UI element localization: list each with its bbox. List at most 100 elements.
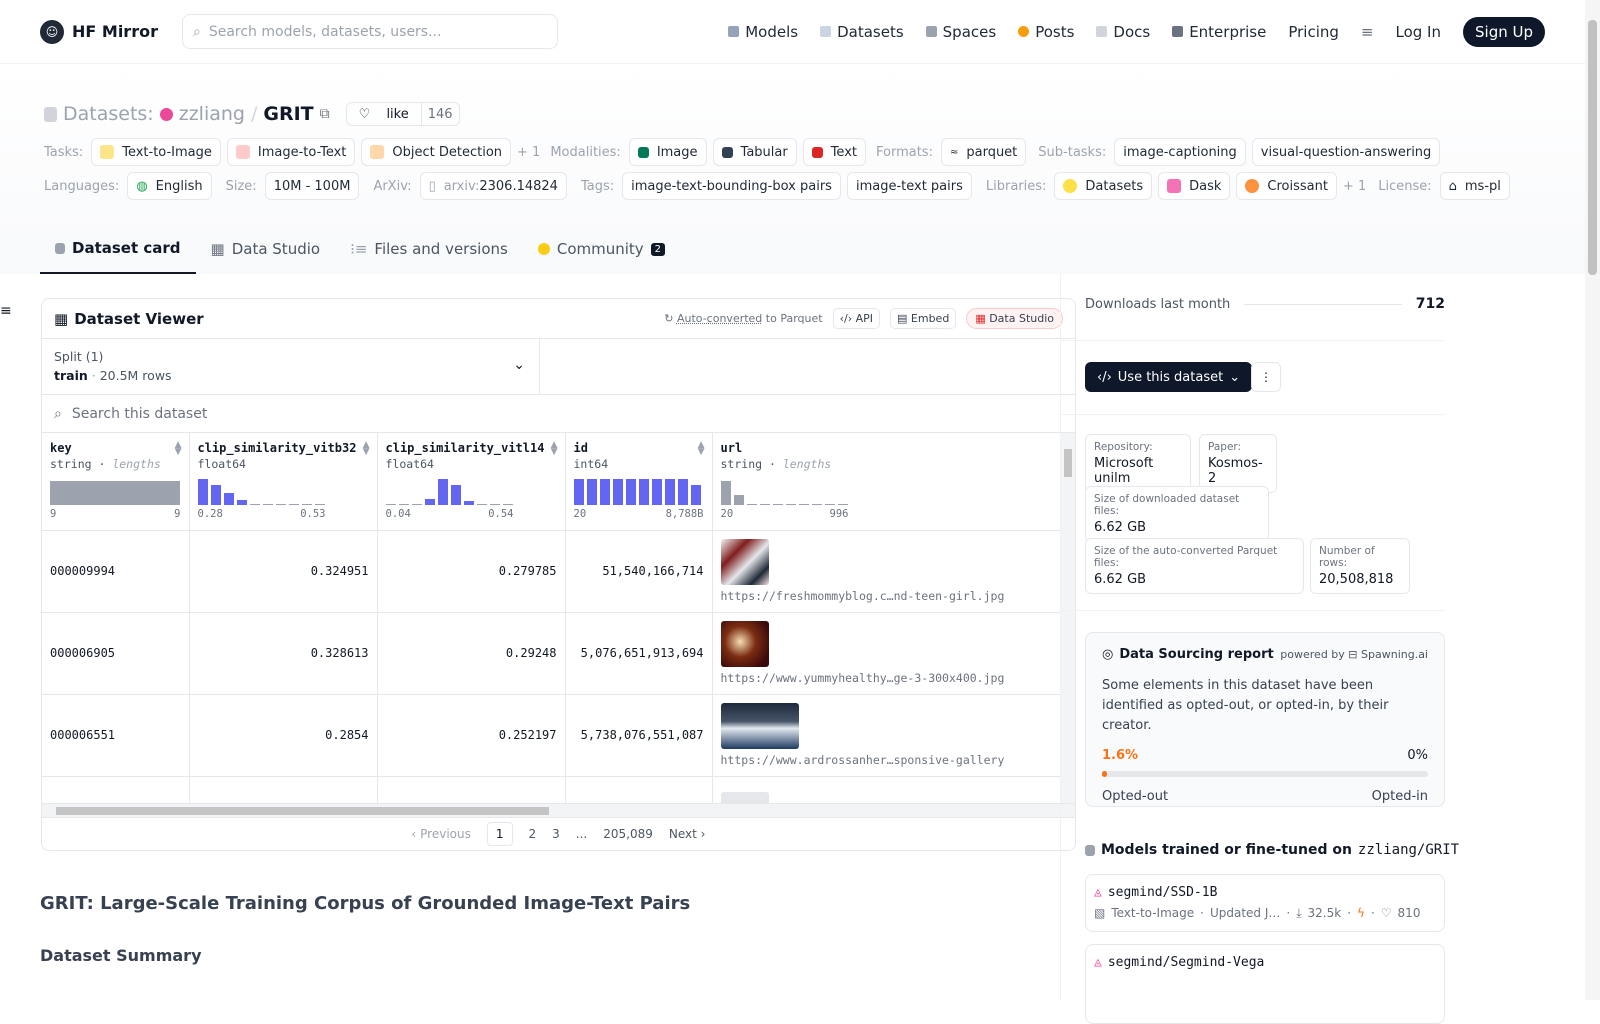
subtask-chip[interactable]: visual-question-answering: [1251, 138, 1441, 166]
dataset-search-input[interactable]: ⌕ Search this dataset: [42, 395, 1075, 433]
tag-chip[interactable]: image-text-bounding-box pairs: [622, 172, 841, 200]
paper-card[interactable]: Paper: Kosmos-2: [1199, 434, 1277, 493]
global-search-input[interactable]: ⌕ Search models, datasets, users...: [181, 14, 558, 49]
column-header[interactable]: url string · lengths 20 996: [712, 433, 1064, 531]
row-thumbnail[interactable]: [720, 621, 769, 667]
models-heading-text: Models trained or fine-tuned on: [1101, 842, 1352, 858]
tab-files[interactable]: ⁝≡ Files and versions: [335, 224, 523, 274]
subtask-chip[interactable]: image-captioning: [1114, 138, 1246, 166]
page-button[interactable]: 3: [552, 827, 560, 841]
powered-by[interactable]: powered by ⊟ Spawning.ai: [1280, 648, 1428, 661]
table-row[interactable]: [42, 776, 1064, 803]
task-chip[interactable]: Object Detection: [361, 138, 512, 166]
brand[interactable]: ☺ HF Mirror: [40, 19, 158, 44]
license-chip[interactable]: ⌂ ms-pl: [1439, 172, 1510, 200]
model-card[interactable]: ◬ segmind/Segmind-Vega: [1085, 944, 1445, 1024]
page-scrollbar[interactable]: [1585, 0, 1600, 1000]
dataset-name[interactable]: GRIT: [263, 103, 313, 125]
horizontal-scrollbar[interactable]: [42, 803, 1075, 817]
column-header[interactable]: key string · lengths ▲ ▼ 99: [42, 433, 190, 531]
cell-url: https://freshmommyblog.c…nd-teen-girl.jp…: [712, 530, 1064, 613]
api-button[interactable]: ‹/› API: [832, 308, 881, 329]
nav-enterprise[interactable]: Enterprise: [1172, 23, 1266, 41]
sort-icon[interactable]: ▲ ▼: [698, 441, 705, 457]
grid-icon: ▦: [54, 309, 69, 328]
next-button[interactable]: Next ›: [669, 827, 706, 841]
repository-card[interactable]: Repository: Microsoft unilm: [1085, 434, 1191, 493]
table-row[interactable]: 000006905 0.328613 0.29248 5,076,651,913…: [42, 612, 1064, 695]
arxiv-chip[interactable]: ▯ arxiv:2306.14824: [419, 172, 567, 200]
nav-posts[interactable]: Posts: [1018, 23, 1074, 41]
prev-button[interactable]: ‹ Previous: [412, 827, 471, 841]
row-thumbnail[interactable]: [720, 539, 769, 585]
language-chip[interactable]: ◍ English: [127, 172, 212, 200]
format-chip[interactable]: ≈ parquet: [940, 138, 1027, 166]
tasks-more[interactable]: + 1: [517, 145, 540, 160]
dl-size-value: 6.62 GB: [1094, 520, 1147, 535]
column-header[interactable]: id int64 ▲ ▼ 20 8,788B: [565, 433, 713, 531]
tab-dataset-card[interactable]: Dataset card: [40, 224, 196, 274]
login-link[interactable]: Log In: [1396, 23, 1442, 41]
library-chip[interactable]: Dask: [1158, 172, 1231, 200]
column-header[interactable]: clip_similarity_vitl14 float64 ▲ ▼ 0.04 0.54: [377, 433, 566, 531]
row-thumbnail[interactable]: [720, 703, 799, 749]
nav-pricing[interactable]: Pricing: [1288, 23, 1339, 41]
size-chip[interactable]: 10M - 100M: [264, 172, 360, 200]
tab-community[interactable]: Community 2: [523, 224, 680, 274]
page-button[interactable]: 1: [486, 821, 513, 846]
model-card[interactable]: ◬ segmind/SSD-1B ▧ Text-to-Image · Updated J…: [1085, 874, 1445, 932]
top-navbar: ☺ HF Mirror ⌕ Search models, datasets, u…: [0, 0, 1585, 64]
sort-icon[interactable]: ▲ ▼: [363, 441, 370, 457]
column-header[interactable]: clip_similarity_vitb32 float64 ▲ ▼ 0.28 0.53: [189, 433, 378, 531]
histogram-bar: [288, 504, 299, 505]
sort-icon[interactable]: ▲ ▼: [175, 441, 182, 457]
task-chip[interactable]: Text-to-Image: [91, 138, 221, 166]
cell-id: 5,076,651,913,694: [565, 612, 713, 695]
tab-label: Data Studio: [231, 240, 321, 258]
menu-icon[interactable]: ≡: [1361, 23, 1374, 41]
libraries-more[interactable]: + 1: [1343, 179, 1366, 194]
scroll-thumb[interactable]: [56, 807, 549, 815]
kebab-icon: ⋮: [1260, 370, 1272, 384]
nav-models[interactable]: Models: [728, 23, 798, 41]
histogram-bar: [638, 479, 649, 505]
copy-icon[interactable]: ⧉: [320, 106, 330, 122]
tab-data-studio[interactable]: ▦ Data Studio: [196, 224, 336, 274]
library-chip[interactable]: Croissant: [1236, 172, 1337, 200]
cell-url-text[interactable]: https://www.yummyhealthy…ge-3-300x400.jp…: [721, 671, 1055, 685]
more-options-button[interactable]: ⋮: [1251, 362, 1281, 392]
signup-button[interactable]: Sign Up: [1463, 16, 1545, 47]
use-dataset-button[interactable]: ‹/› Use this dataset ⌄: [1085, 362, 1253, 392]
title-slash: /: [250, 103, 258, 125]
data-studio-button[interactable]: ▦ Data Studio: [966, 308, 1063, 329]
cell-vitl14: 0.279785: [377, 530, 566, 613]
tag-chip[interactable]: image-text pairs: [846, 172, 972, 200]
nav-datasets[interactable]: Datasets: [820, 23, 904, 41]
cell-url-text[interactable]: https://freshmommyblog.c…nd-teen-girl.jp…: [721, 589, 1055, 603]
task-chip[interactable]: Image-to-Text: [226, 138, 356, 166]
modality-chip[interactable]: Text: [802, 138, 866, 166]
subtasks-label: Sub-tasks:: [1038, 144, 1107, 160]
modality-chip[interactable]: Image: [628, 138, 707, 166]
library-chip[interactable]: Datasets: [1054, 172, 1153, 200]
owner-link[interactable]: zzliang: [179, 103, 245, 125]
autoconv-link[interactable]: Auto-converted: [677, 312, 762, 325]
table-row[interactable]: 000006551 0.2854 0.252197 5,738,076,551,…: [42, 694, 1064, 777]
split-select[interactable]: Split (1) train · 20.5M rows ⌄: [42, 339, 540, 394]
page-button[interactable]: 205,089: [603, 827, 653, 841]
sidebar-toggle-icon[interactable]: ≡: [0, 303, 12, 319]
nav-spaces[interactable]: Spaces: [925, 23, 996, 41]
sort-icon[interactable]: ▲ ▼: [551, 441, 558, 457]
modality-chip[interactable]: Tabular: [712, 138, 797, 166]
table-row[interactable]: 000009994 0.324951 0.279785 51,540,166,7…: [42, 530, 1064, 613]
viewer-title-text: Dataset Viewer: [74, 309, 204, 328]
cell-url-text[interactable]: https://www.ardrossanher…sponsive-galler…: [721, 753, 1055, 767]
image-to-text-icon: [235, 145, 250, 159]
row-thumbnail[interactable]: [720, 792, 769, 803]
embed-button[interactable]: ▤ Embed: [890, 308, 957, 329]
scroll-thumb[interactable]: [1588, 20, 1597, 275]
data-sourcing-report: ◎ Data Sourcing report powered by ⊟ Spawn…: [1085, 632, 1445, 807]
nav-docs[interactable]: Docs: [1096, 23, 1150, 41]
page-button[interactable]: 2: [529, 827, 537, 841]
like-button[interactable]: ♡ like 146: [345, 102, 460, 126]
